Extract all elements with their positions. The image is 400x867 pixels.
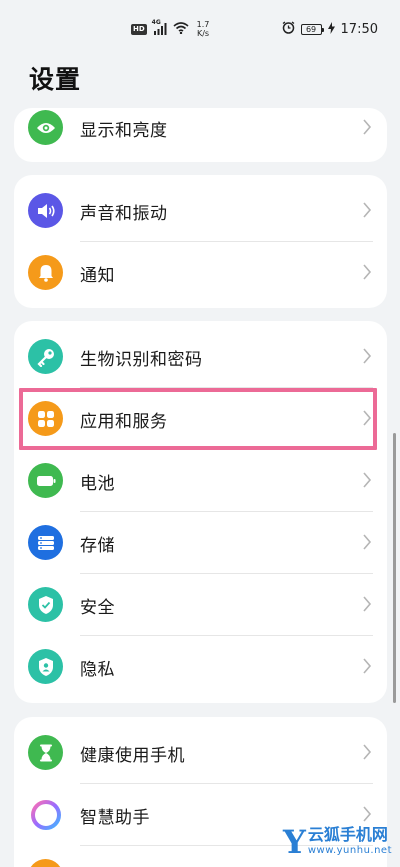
page-title: 设置 <box>29 65 82 94</box>
settings-item-biometrics-password[interactable]: 生物识别和密码 <box>14 326 387 388</box>
apps-grid-icon <box>28 401 63 436</box>
chevron-right-icon <box>363 534 372 550</box>
settings-item-label: 隐私 <box>80 660 115 680</box>
eye-icon <box>28 110 63 145</box>
hd-badge: HD <box>131 23 147 35</box>
storage-icon <box>28 525 63 560</box>
settings-item-label: 安全 <box>80 598 115 618</box>
status-left: HD 4G 1.7 K/s <box>131 19 210 38</box>
partial-orange-icon <box>28 859 63 867</box>
charging-icon <box>327 21 335 38</box>
key-icon <box>28 339 63 374</box>
chevron-right-icon <box>363 806 372 822</box>
settings-item-label: 健康使用手机 <box>80 746 185 766</box>
speaker-icon <box>28 193 63 228</box>
settings-item-label: 电池 <box>80 474 115 494</box>
watermark-url: www.yunhu.net <box>307 845 392 856</box>
settings-card-system: 生物识别和密码 应用和服务 电池 存储 安全 隐私 <box>14 321 387 703</box>
battery-icon <box>28 463 63 498</box>
alarm-icon <box>282 21 295 38</box>
chevron-right-icon <box>363 202 372 218</box>
status-right: 69 17:50 <box>282 21 378 38</box>
settings-item-label: 生物识别和密码 <box>80 350 203 370</box>
settings-item-privacy[interactable]: 隐私 <box>14 636 387 698</box>
chevron-right-icon <box>363 596 372 612</box>
chevron-right-icon <box>363 744 372 760</box>
watermark-logo: Y 云狐手机网 www.yunhu.net <box>283 823 392 861</box>
watermark-name: 云狐手机网 <box>307 825 388 844</box>
wifi-icon <box>173 21 189 37</box>
settings-item-battery[interactable]: 电池 <box>14 450 387 512</box>
chevron-right-icon <box>363 348 372 364</box>
settings-card-display: 显示和亮度 <box>14 108 387 162</box>
chevron-right-icon <box>363 658 372 674</box>
cellular-signal-icon: 4G <box>152 19 167 35</box>
settings-item-display-brightness[interactable]: 显示和亮度 <box>14 108 387 159</box>
chevron-right-icon <box>363 264 372 280</box>
settings-item-label: 显示和亮度 <box>80 121 168 141</box>
watermark-text: 云狐手机网 www.yunhu.net <box>308 826 392 858</box>
battery-indicator: 69 <box>300 24 325 35</box>
settings-item-storage[interactable]: 存储 <box>14 512 387 574</box>
status-bar: HD 4G 1.7 K/s 69 17:50 <box>0 0 400 56</box>
settings-item-label: 通知 <box>80 266 115 286</box>
settings-item-label: 智慧助手 <box>80 808 150 828</box>
watermark-letter: Y <box>283 823 306 861</box>
settings-item-digital-balance[interactable]: 健康使用手机 <box>14 722 387 784</box>
privacy-shield-icon <box>28 649 63 684</box>
chevron-right-icon <box>363 119 372 135</box>
settings-item-sound-vibration[interactable]: 声音和振动 <box>14 180 387 242</box>
network-speed: 1.7 K/s <box>197 20 210 38</box>
settings-item-notifications[interactable]: 通知 <box>14 242 387 304</box>
network-tag: 4G <box>151 19 161 26</box>
speed-value: 1.7 <box>196 20 210 29</box>
settings-item-label: 存储 <box>80 536 115 556</box>
speed-unit: K/s <box>196 29 210 38</box>
scrollbar[interactable] <box>393 433 396 703</box>
bell-icon <box>28 255 63 290</box>
settings-item-security[interactable]: 安全 <box>14 574 387 636</box>
chevron-right-icon <box>363 472 372 488</box>
settings-item-label: 声音和振动 <box>80 204 168 224</box>
hourglass-icon <box>28 735 63 770</box>
chevron-right-icon <box>363 410 372 426</box>
settings-card-sound-notify: 声音和振动 通知 <box>14 175 387 308</box>
settings-item-apps-services[interactable]: 应用和服务 <box>14 388 387 450</box>
settings-item-label: 应用和服务 <box>80 412 168 432</box>
assistant-ring-icon <box>28 797 63 832</box>
shield-check-icon <box>28 587 63 622</box>
clock-time: 17:50 <box>340 22 378 37</box>
